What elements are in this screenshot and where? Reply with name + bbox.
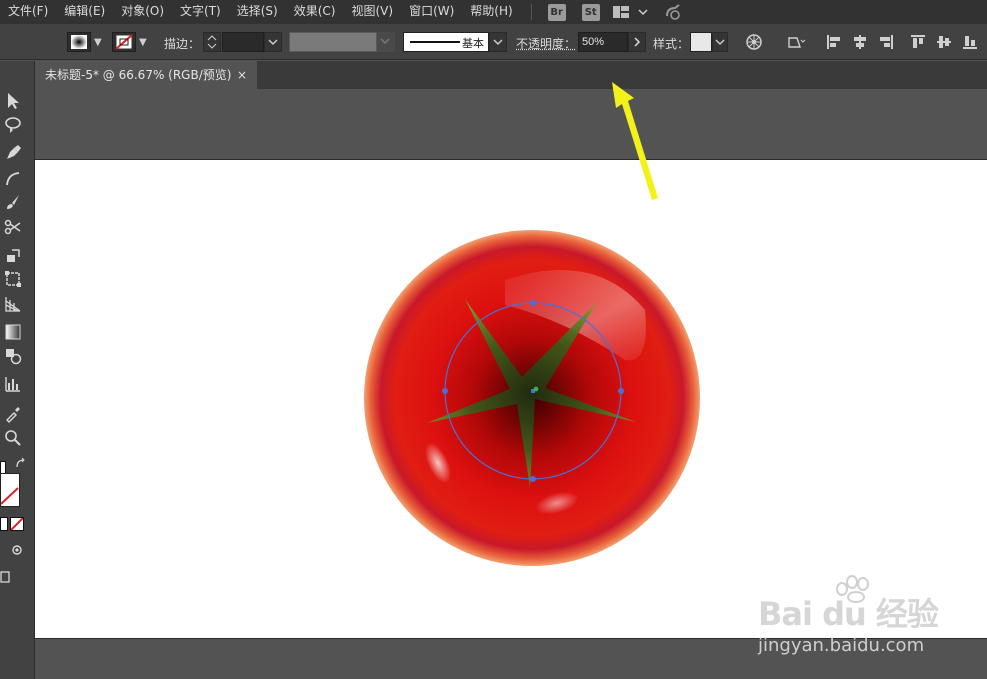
stroke-weight-dropdown[interactable] xyxy=(264,32,282,52)
document-tab-title: 未标题-5* @ 66.67% (RGB/预览) xyxy=(45,68,232,82)
graphic-style-swatch[interactable] xyxy=(690,32,712,52)
zoom-tool-icon[interactable] xyxy=(2,428,24,448)
menu-view[interactable]: 视图(V) xyxy=(343,0,401,24)
recolor-artwork-icon[interactable] xyxy=(746,34,762,50)
brush-chevron-icon[interactable] xyxy=(489,32,507,52)
lasso-tool-icon[interactable] xyxy=(2,115,24,135)
tomato-artwork[interactable] xyxy=(35,160,987,639)
tools-panel xyxy=(0,61,35,679)
fill-swatch[interactable] xyxy=(67,32,91,52)
close-icon[interactable]: × xyxy=(237,61,247,89)
bridge-button[interactable]: Br xyxy=(547,3,566,21)
anchor-point-top[interactable] xyxy=(530,300,536,306)
brush-definition-dropdown[interactable]: 基本 xyxy=(403,32,489,52)
stroke-chevron-icon[interactable]: ▼ xyxy=(139,37,147,48)
fill-chevron-icon[interactable]: ▼ xyxy=(94,37,102,48)
menu-type[interactable]: 文字(T) xyxy=(172,0,229,24)
stroke-swatch[interactable] xyxy=(112,32,136,52)
gradient-tool-icon[interactable] xyxy=(2,322,24,342)
none-mode-icon[interactable] xyxy=(10,517,24,531)
column-graph-tool-icon[interactable] xyxy=(2,374,24,394)
paintbrush-tool-icon[interactable] xyxy=(2,192,24,212)
watermark: Bai du 经验 jingyan.baidu.com xyxy=(748,575,948,665)
center-point-green xyxy=(533,386,539,392)
stroke-color-swatch[interactable] xyxy=(0,473,20,507)
watermark-url: jingyan.baidu.com xyxy=(758,635,925,656)
stroke-weight-stepper[interactable] xyxy=(203,32,221,52)
pen-tool-icon[interactable] xyxy=(2,143,24,163)
stroke-weight-input[interactable] xyxy=(222,32,264,52)
transform-icon[interactable] xyxy=(786,34,806,50)
opacity-expand-button[interactable] xyxy=(628,32,646,52)
paw-icon xyxy=(836,575,869,603)
eyedropper-tool-icon[interactable] xyxy=(2,404,24,424)
style-label: 样式： xyxy=(653,37,690,51)
menu-effect[interactable]: 效果(C) xyxy=(286,0,344,24)
style-chevron-icon[interactable] xyxy=(712,32,728,52)
align-bottom-icon[interactable] xyxy=(962,34,978,50)
fill-stroke-swatches[interactable] xyxy=(0,461,22,507)
artboard[interactable] xyxy=(35,159,987,639)
anchor-point-left[interactable] xyxy=(442,388,448,394)
curvature-tool-icon[interactable] xyxy=(2,169,24,189)
opacity-input[interactable] xyxy=(578,32,628,52)
rotate-tool-icon[interactable] xyxy=(2,246,24,266)
document-tab-bar: 未标题-5* @ 66.67% (RGB/预览) × xyxy=(35,61,987,89)
align-vertical-center-icon[interactable] xyxy=(936,34,952,50)
document-tab[interactable]: 未标题-5* @ 66.67% (RGB/预览) × xyxy=(35,61,257,89)
variable-width-profile[interactable] xyxy=(289,32,377,52)
anchor-point-right[interactable] xyxy=(618,388,624,394)
stroke-label: 描边： xyxy=(164,37,201,51)
menu-window[interactable]: 窗口(W) xyxy=(401,0,462,24)
menu-file[interactable]: 文件(F) xyxy=(0,0,56,24)
align-left-icon[interactable] xyxy=(826,34,842,50)
stock-button[interactable]: St xyxy=(581,3,600,21)
control-bar: ▼ ▼ 描边： 基本 不透明度： 样式： xyxy=(0,24,987,60)
free-transform-tool-icon[interactable] xyxy=(2,269,24,289)
scissors-tool-icon[interactable] xyxy=(2,217,24,237)
screen-mode-icon[interactable] xyxy=(0,567,10,587)
menu-object[interactable]: 对象(O) xyxy=(113,0,172,24)
brush-label: 基本 xyxy=(462,37,484,50)
menu-divider xyxy=(530,4,532,20)
annotation-arrow xyxy=(612,82,658,200)
opacity-label[interactable]: 不透明度： xyxy=(516,35,576,52)
perspective-grid-tool-icon[interactable] xyxy=(2,294,24,314)
align-right-icon[interactable] xyxy=(878,34,894,50)
menu-select[interactable]: 选择(S) xyxy=(229,0,286,24)
shape-builder-tool-icon[interactable] xyxy=(2,346,24,366)
align-horizontal-center-icon[interactable] xyxy=(852,34,868,50)
draw-mode-icon[interactable] xyxy=(10,543,24,557)
gpu-performance-icon[interactable] xyxy=(664,4,682,20)
pasteboard xyxy=(35,89,987,159)
menu-bar: 文件(F) 编辑(E) 对象(O) 文字(T) 选择(S) 效果(C) 视图(V… xyxy=(0,0,987,24)
chevron-down-icon[interactable] xyxy=(638,4,648,20)
menu-edit[interactable]: 编辑(E) xyxy=(56,0,113,24)
color-mode-icon[interactable] xyxy=(0,517,8,531)
selection-tool-icon[interactable] xyxy=(2,91,24,111)
align-top-icon[interactable] xyxy=(910,34,926,50)
arrange-documents-icon[interactable] xyxy=(612,4,630,20)
anchor-point-bottom[interactable] xyxy=(530,476,536,482)
menu-help[interactable]: 帮助(H) xyxy=(462,0,520,24)
profile-chevron-icon[interactable] xyxy=(377,32,395,52)
